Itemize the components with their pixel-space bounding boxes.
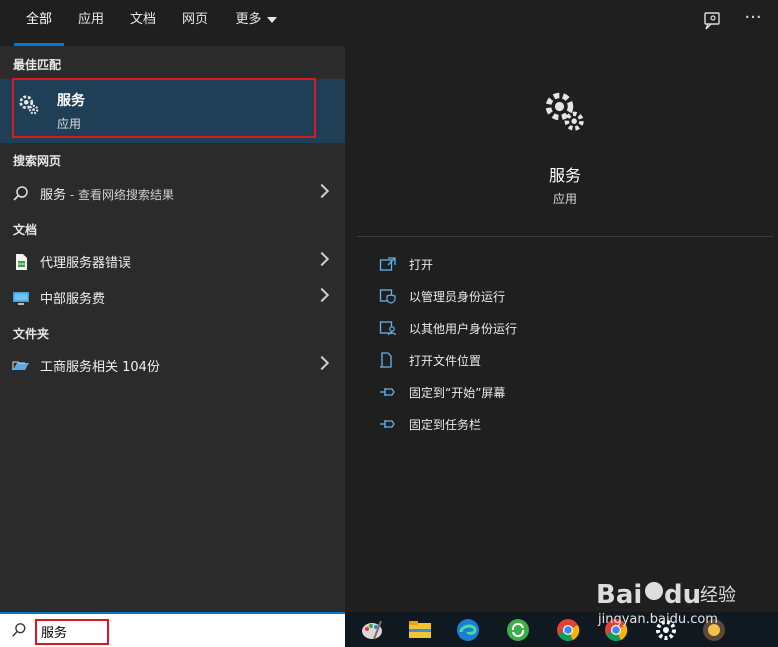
web-search-result[interactable]: 服务 - 查看网络搜索结果: [0, 176, 345, 210]
divider: [357, 236, 773, 237]
tab-documents-label: 文档: [129, 12, 156, 27]
best-match-subtitle: 应用: [57, 117, 82, 131]
pin-icon: [380, 388, 395, 396]
spreadsheet-doc-icon: [16, 254, 27, 270]
search-scope-bar: 全部 应用 文档 网页 更多 ···: [0, 0, 778, 46]
detail-pane: 服务 应用 打开 以管理员身份运行 以其他用户身份运行 打开文件位置 固定到“开…: [357, 58, 773, 612]
tab-all[interactable]: 全部: [14, 0, 64, 46]
web-search-label: 服务 - 查看网络搜索结果: [40, 184, 174, 203]
chevron-right-icon[interactable]: [314, 183, 330, 199]
action-open-label: 打开: [409, 258, 434, 272]
action-pin-to-start-label: 固定到“开始”屏幕: [409, 386, 506, 400]
doc-result[interactable]: 中部服务费: [0, 280, 345, 314]
search-query-highlight: [35, 619, 109, 645]
results-pane: 最佳匹配 服务 应用 搜索网页 服务 - 查看网络搜索结果 文档 代理服务器错误: [0, 46, 345, 612]
gear-icon: [545, 92, 584, 131]
refresh-app-icon[interactable]: [505, 617, 531, 643]
detail-title: 服务: [548, 166, 581, 185]
feedback-icon[interactable]: [702, 11, 722, 31]
svg-text:经验: 经验: [700, 585, 736, 606]
svg-text:du: du: [664, 580, 701, 610]
doc-result[interactable]: 代理服务器错误: [0, 244, 345, 278]
file-location-icon: [380, 352, 392, 368]
search-bar[interactable]: [0, 612, 345, 647]
tab-documents[interactable]: 文档: [122, 0, 164, 46]
open-icon: [379, 257, 396, 271]
chevron-down-icon: [266, 16, 277, 23]
section-web: 搜索网页: [13, 154, 62, 168]
search-icon: [12, 623, 26, 637]
doc-result-label: 中部服务费: [40, 292, 106, 307]
best-match-title: 服务: [57, 93, 85, 109]
gear-icon: [19, 95, 39, 115]
action-run-as-admin-label: 以管理员身份运行: [409, 290, 506, 304]
chrome-browser-icon[interactable]: [555, 617, 581, 643]
edge-browser-icon[interactable]: [455, 617, 481, 643]
section-folders: 文件夹: [13, 327, 50, 341]
user-run-icon: [379, 321, 397, 336]
paint-palette-icon[interactable]: [359, 617, 385, 643]
tab-all-label: 全部: [25, 12, 52, 27]
doc-result-label: 代理服务器错误: [40, 256, 132, 271]
section-best-match: 最佳匹配: [13, 58, 62, 72]
watermark-url: jingyan.baidu.com: [598, 612, 718, 627]
tab-apps[interactable]: 应用: [70, 0, 112, 46]
more-options-icon[interactable]: ···: [740, 6, 766, 32]
folder-result-label: 工商服务相关 104份: [40, 360, 160, 375]
folder-icon: [12, 361, 29, 370]
web-search-term: 服务: [40, 188, 67, 203]
action-open-file-location-label: 打开文件位置: [409, 354, 482, 368]
tab-web[interactable]: 网页: [174, 0, 216, 46]
action-pin-to-taskbar-label: 固定到任务栏: [409, 418, 482, 432]
search-input[interactable]: [41, 624, 101, 639]
tab-apps-label: 应用: [77, 12, 104, 27]
tab-more[interactable]: 更多: [228, 0, 284, 46]
shield-run-icon: [379, 289, 396, 304]
monitor-icon: [13, 292, 29, 305]
tab-more-label: 更多: [235, 12, 262, 27]
action-run-as-other-user-label: 以其他用户身份运行: [409, 322, 518, 336]
detail-subtitle: 应用: [552, 192, 577, 206]
pin-icon: [380, 420, 395, 428]
search-icon: [13, 186, 28, 201]
detail-content: 服务 应用 打开 以管理员身份运行 以其他用户身份运行 打开文件位置 固定到“开…: [357, 58, 773, 612]
chevron-right-icon[interactable]: [314, 355, 330, 371]
svg-text:Bai: Bai: [596, 580, 642, 610]
chevron-right-icon[interactable]: [314, 287, 330, 303]
folder-result[interactable]: 工商服务相关 104份: [0, 348, 345, 382]
section-documents: 文档: [13, 223, 38, 237]
file-explorer-icon[interactable]: [407, 617, 433, 643]
web-search-subtext: - 查看网络搜索结果: [66, 188, 174, 202]
chevron-right-icon[interactable]: [314, 251, 330, 267]
tab-web-label: 网页: [181, 12, 208, 27]
